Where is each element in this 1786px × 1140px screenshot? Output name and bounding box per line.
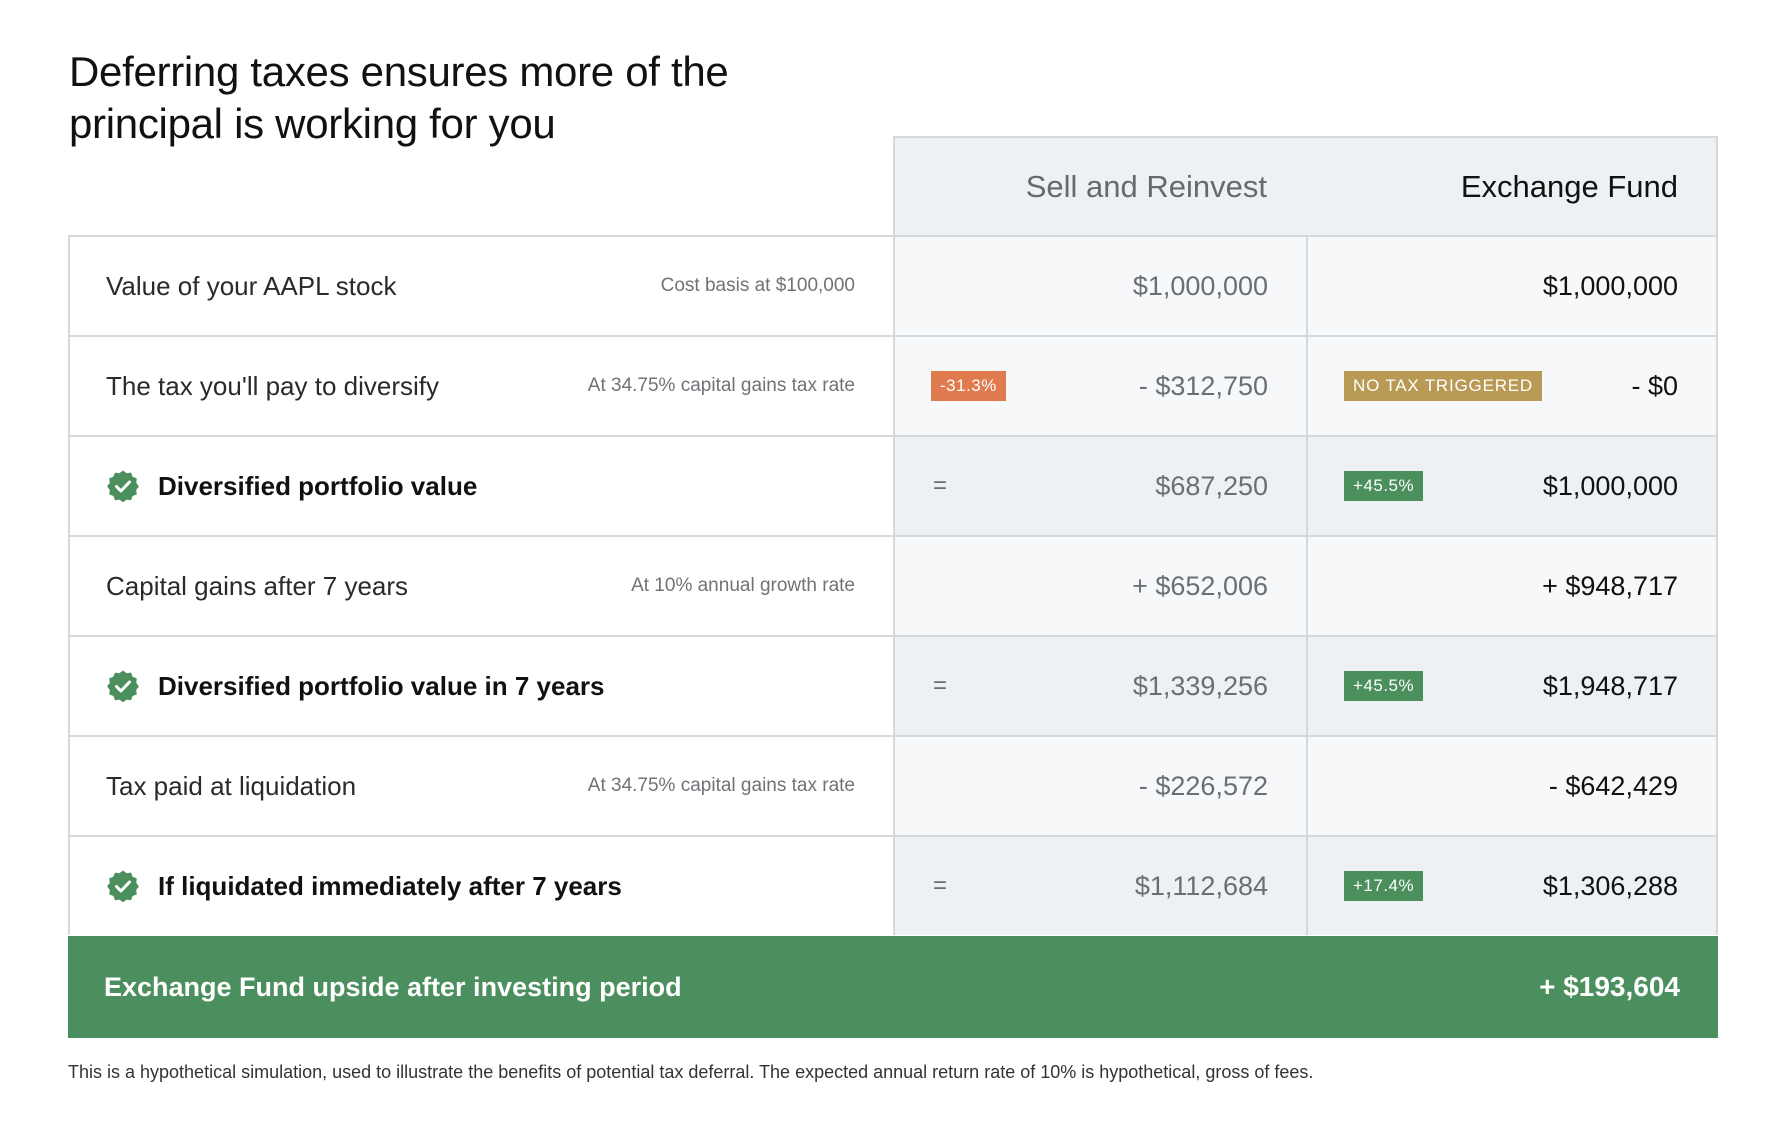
comparison-table: Sell and Reinvest Exchange Fund Value of…: [68, 136, 1718, 1038]
check-badge-icon: [107, 870, 139, 903]
column-header-label: Sell and Reinvest: [1025, 168, 1267, 204]
sell-value-cell: = $1,112,684: [895, 837, 1308, 935]
row-note: At 34.75% capital gains tax rate: [587, 375, 855, 396]
row-label-cell: Capital gains after 7 years At 10% annua…: [70, 537, 895, 635]
check-badge-icon: [107, 470, 139, 503]
table-row-liquidated-value: If liquidated immediately after 7 years …: [70, 835, 1716, 935]
exchange-value-cell: NO TAX TRIGGERED - $0: [1308, 337, 1716, 435]
sell-value-cell: -31.3% - $312,750: [895, 337, 1308, 435]
page: Deferring taxes ensures more of the prin…: [0, 0, 1786, 1140]
exchange-value: - $642,429: [1548, 770, 1678, 801]
sell-value: $1,000,000: [1132, 270, 1268, 301]
row-label-cell: Diversified portfolio value: [70, 437, 895, 535]
row-label: Tax paid at liquidation: [106, 770, 357, 801]
exchange-value: + $948,717: [1542, 570, 1678, 601]
exchange-value-cell: $1,000,000: [1308, 237, 1716, 335]
exchange-value: $1,000,000: [1542, 470, 1678, 501]
row-label: Value of your AAPL stock: [106, 270, 397, 301]
sell-value: $1,339,256: [1132, 670, 1268, 701]
check-badge-icon: [107, 670, 139, 703]
table-row-diversified-value-7y: Diversified portfolio value in 7 years =…: [70, 635, 1716, 735]
table-row-liquidation-tax: Tax paid at liquidation At 34.75% capita…: [70, 735, 1716, 835]
exchange-value-cell: +45.5% $1,000,000: [1308, 437, 1716, 535]
equals-sign: =: [933, 472, 948, 499]
gain-percent-badge: +45.5%: [1344, 471, 1424, 501]
row-label: The tax you'll pay to diversify: [106, 370, 439, 401]
tax-percent-badge: -31.3%: [931, 371, 1006, 401]
table-row-stock-value: Value of your AAPL stock Cost basis at $…: [70, 235, 1716, 335]
row-label-cell: Tax paid at liquidation At 34.75% capita…: [70, 737, 895, 835]
total-value: + $193,604: [1539, 971, 1680, 1002]
sell-value: + $652,006: [1132, 570, 1268, 601]
row-label-cell: The tax you'll pay to diversify At 34.75…: [70, 337, 895, 435]
exchange-value-cell: + $948,717: [1308, 537, 1716, 635]
table-row-diversified-value: Diversified portfolio value = $687,250 +…: [70, 435, 1716, 535]
sell-value: - $312,750: [1138, 370, 1268, 401]
gain-percent-badge: +17.4%: [1344, 871, 1424, 901]
total-upside-row: Exchange Fund upside after investing per…: [68, 936, 1718, 1038]
page-title: Deferring taxes ensures more of the prin…: [69, 48, 729, 147]
disclaimer-footnote: This is a hypothetical simulation, used …: [68, 1062, 1314, 1082]
equals-sign: =: [933, 672, 948, 699]
exchange-value-cell: +45.5% $1,948,717: [1308, 637, 1716, 735]
sell-value-cell: = $687,250: [895, 437, 1308, 535]
row-note: At 10% annual growth rate: [631, 575, 855, 596]
column-header-exchange-fund: Exchange Fund: [1305, 136, 1718, 237]
table-row-tax-to-diversify: The tax you'll pay to diversify At 34.75…: [70, 335, 1716, 435]
sell-value-cell: = $1,339,256: [895, 637, 1308, 735]
row-note: Cost basis at $100,000: [660, 275, 855, 296]
no-tax-badge: NO TAX TRIGGERED: [1344, 371, 1542, 401]
exchange-value: $1,306,288: [1542, 870, 1678, 901]
table-row-capital-gains: Capital gains after 7 years At 10% annua…: [70, 535, 1716, 635]
sell-value: - $226,572: [1138, 770, 1268, 801]
column-header-sell-and-reinvest: Sell and Reinvest: [893, 136, 1307, 237]
column-header-label: Exchange Fund: [1460, 168, 1678, 204]
row-label: Diversified portfolio value: [158, 470, 478, 501]
exchange-value: - $0: [1631, 370, 1678, 401]
row-label: Diversified portfolio value in 7 years: [158, 670, 605, 701]
row-label-cell: Diversified portfolio value in 7 years: [70, 637, 895, 735]
exchange-value: $1,948,717: [1542, 670, 1678, 701]
exchange-value-cell: - $642,429: [1308, 737, 1716, 835]
gain-percent-badge: +45.5%: [1344, 671, 1424, 701]
exchange-value-cell: +17.4% $1,306,288: [1308, 837, 1716, 935]
row-label-cell: If liquidated immediately after 7 years: [70, 837, 895, 935]
table-body: Value of your AAPL stock Cost basis at $…: [68, 235, 1718, 935]
sell-value: $1,112,684: [1134, 870, 1268, 901]
sell-value-cell: + $652,006: [895, 537, 1308, 635]
sell-value: $687,250: [1155, 470, 1268, 501]
row-note: At 34.75% capital gains tax rate: [587, 775, 855, 796]
equals-sign: =: [933, 872, 948, 899]
total-label: Exchange Fund upside after investing per…: [104, 971, 682, 1002]
exchange-value: $1,000,000: [1542, 270, 1678, 301]
sell-value-cell: - $226,572: [895, 737, 1308, 835]
row-label: Capital gains after 7 years: [106, 570, 409, 601]
row-label-cell: Value of your AAPL stock Cost basis at $…: [70, 237, 895, 335]
sell-value-cell: $1,000,000: [895, 237, 1308, 335]
row-label: If liquidated immediately after 7 years: [158, 870, 622, 901]
